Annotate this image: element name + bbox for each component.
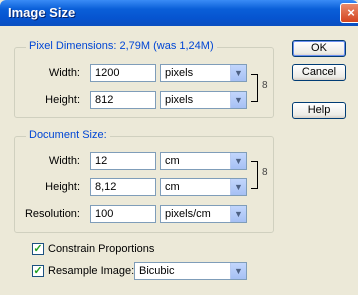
chevron-down-icon[interactable]: ▼ [230, 65, 246, 81]
pixel-height-label: Height: [45, 94, 80, 106]
chevron-down-icon[interactable]: ▼ [230, 179, 246, 195]
resolution-unit-select[interactable]: pixels/cm ▼ [160, 205, 247, 223]
pixel-width-label: Width: [48, 67, 80, 79]
pixel-dimensions-legend: Pixel Dimensions: 2,79M (was 1,24M) [26, 40, 217, 52]
resample-method-select[interactable]: Bicubic ▼ [134, 262, 247, 280]
doc-link-bracket [251, 161, 258, 189]
doc-height-input[interactable]: 8,12 [90, 178, 156, 196]
resolution-input[interactable]: 100 [90, 205, 156, 223]
doc-width-unit-select[interactable]: cm ▼ [160, 152, 247, 170]
doc-width-unit-value: cm [165, 155, 180, 167]
pixel-width-unit-select[interactable]: pixels ▼ [160, 64, 247, 82]
pixel-height-input[interactable]: 812 [90, 91, 156, 109]
help-button[interactable]: Help [292, 102, 346, 119]
chain-link-icon: 8 [262, 80, 268, 91]
chevron-down-icon[interactable]: ▼ [230, 92, 246, 108]
image-size-dialog: Image Size × Pixel Dimensions: 2,79M (wa… [0, 0, 358, 295]
pixel-height-unit-select[interactable]: pixels ▼ [160, 91, 247, 109]
chevron-down-icon[interactable]: ▼ [230, 153, 246, 169]
pixel-height-unit-value: pixels [165, 94, 194, 106]
chain-link-icon: 8 [262, 167, 268, 178]
ok-button[interactable]: OK [292, 40, 346, 57]
doc-height-label: Height: [45, 181, 80, 193]
resample-image-label[interactable]: Resample Image: [48, 265, 134, 277]
pixel-link-bracket [251, 74, 258, 102]
close-icon[interactable]: × [340, 3, 358, 23]
constrain-proportions-label[interactable]: Constrain Proportions [48, 243, 154, 255]
doc-height-unit-value: cm [165, 181, 180, 193]
title-bar[interactable]: Image Size × [0, 0, 358, 26]
pixel-width-unit-value: pixels [165, 67, 194, 79]
dialog-title: Image Size [8, 5, 76, 20]
cancel-button[interactable]: Cancel [292, 64, 346, 81]
doc-height-unit-select[interactable]: cm ▼ [160, 178, 247, 196]
resample-image-checkbox[interactable]: ✓ [32, 265, 44, 277]
doc-width-label: Width: [48, 155, 80, 167]
pixel-width-input[interactable]: 1200 [90, 64, 156, 82]
resolution-label: Resolution: [24, 208, 80, 220]
document-size-legend: Document Size: [26, 129, 110, 141]
chevron-down-icon[interactable]: ▼ [230, 206, 246, 222]
resolution-unit-value: pixels/cm [165, 208, 211, 220]
chevron-down-icon[interactable]: ▼ [230, 263, 246, 279]
constrain-proportions-checkbox[interactable]: ✓ [32, 243, 44, 255]
resample-method-value: Bicubic [139, 265, 175, 277]
doc-width-input[interactable]: 12 [90, 152, 156, 170]
